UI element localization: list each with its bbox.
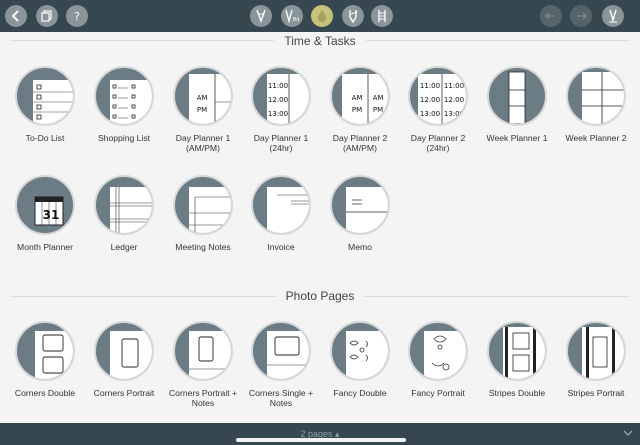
- template-stripes-portrait[interactable]: Stripes Portrait: [558, 321, 634, 398]
- memo-thumb: [330, 175, 390, 235]
- back-icon[interactable]: [5, 5, 27, 27]
- template-day-planner-1-ampm[interactable]: AM PM Day Planner 1 (AM/PM): [165, 66, 241, 153]
- template-label: Meeting Notes: [175, 242, 231, 252]
- template-label: Week Planner 2: [565, 133, 627, 143]
- highlighter-icon[interactable]: [342, 5, 364, 27]
- template-week-planner-2[interactable]: Week Planner 2: [558, 66, 634, 143]
- template-invoice[interactable]: Invoice: [243, 175, 319, 252]
- template-label: Day Planner 2 (AM/PM): [332, 133, 388, 153]
- template-day-planner-2-24hr[interactable]: 11:00 12:00 13:00 11:00 12:00 13:00 Day Plann…: [400, 66, 476, 153]
- template-label: Corners Portrait + Notes: [168, 388, 238, 408]
- template-ledger[interactable]: Ledger: [86, 175, 162, 252]
- template-label: Stripes Portrait: [567, 388, 625, 398]
- chevron-down-icon[interactable]: [623, 429, 633, 437]
- template-week-planner-1[interactable]: Week Planner 1: [479, 66, 555, 143]
- am-label: AM: [352, 94, 363, 102]
- template-label: Corners Double: [14, 388, 76, 398]
- fancy-double-thumb: [330, 321, 390, 381]
- template-label: Week Planner 1: [486, 133, 548, 143]
- template-label: Fancy Double: [333, 388, 387, 398]
- template-month-planner[interactable]: 31 Month Planner: [7, 175, 83, 252]
- template-label: Month Planner: [17, 242, 73, 252]
- am-label: AM: [373, 94, 384, 102]
- time-label: 11:00: [444, 82, 464, 90]
- day2-ampm-thumb: AM PM AM PM: [330, 66, 390, 126]
- template-shopping-list[interactable]: Shopping List: [86, 66, 162, 143]
- droplet-icon[interactable]: [311, 5, 333, 27]
- corners-double-thumb: [15, 321, 75, 381]
- pm-label: PM: [373, 106, 383, 114]
- pm-label: PM: [197, 106, 207, 114]
- time-label: 11:00: [420, 82, 440, 90]
- template-corners-portrait-notes[interactable]: Corners Portrait + Notes: [165, 321, 241, 408]
- time-label: 13:00: [444, 110, 464, 118]
- day2-24-thumb: 11:00 12:00 13:00 11:00 12:00 13:00: [408, 66, 468, 126]
- pen-alt-icon[interactable]: Bd: [281, 5, 303, 27]
- template-label: To-Do List: [25, 133, 65, 143]
- week1-thumb: [487, 66, 547, 126]
- home-indicator: [236, 438, 406, 442]
- ledger-thumb: [94, 175, 154, 235]
- am-label: AM: [197, 94, 208, 102]
- invoice-thumb: [251, 175, 311, 235]
- settings-pen-icon[interactable]: [602, 5, 624, 27]
- template-label: Stripes Double: [488, 388, 546, 398]
- template-label: Day Planner 1 (24hr): [253, 133, 309, 153]
- template-fancy-double[interactable]: Fancy Double: [322, 321, 398, 398]
- fancy-portrait-thumb: [408, 321, 468, 381]
- template-label: Ledger: [110, 242, 138, 252]
- time-label: 12:00: [420, 96, 440, 104]
- svg-text:?: ?: [74, 10, 80, 22]
- template-corners-double[interactable]: Corners Double: [7, 321, 83, 398]
- day-number: 31: [43, 208, 60, 222]
- stripes-portrait-thumb: [566, 321, 626, 381]
- template-label: Invoice: [267, 242, 295, 252]
- day1-ampm-thumb: AM PM: [173, 66, 233, 126]
- todo-thumb: [15, 66, 75, 126]
- template-corners-single-notes[interactable]: Corners Single + Notes: [243, 321, 319, 408]
- template-fancy-portrait[interactable]: Fancy Portrait: [400, 321, 476, 398]
- template-meeting-notes[interactable]: Meeting Notes: [165, 175, 241, 252]
- time-label: 12:00: [268, 96, 288, 104]
- template-label: Day Planner 2 (24hr): [410, 133, 466, 153]
- meeting-thumb: [173, 175, 233, 235]
- corners-portrait-thumb: [94, 321, 154, 381]
- template-label: Corners Portrait: [93, 388, 155, 398]
- template-label: Memo: [348, 242, 372, 252]
- template-memo[interactable]: Memo: [322, 175, 398, 252]
- pen-icon[interactable]: [250, 5, 272, 27]
- pen-badge: Bd: [293, 17, 300, 23]
- corners-single-notes-thumb: [251, 321, 311, 381]
- time-label: 13:00: [268, 110, 288, 118]
- undo-icon[interactable]: [540, 5, 562, 27]
- template-corners-portrait[interactable]: Corners Portrait: [86, 321, 162, 398]
- copy-icon[interactable]: [36, 5, 58, 27]
- template-day-planner-2-ampm[interactable]: AM PM AM PM Day Planner 2 (AM/PM): [322, 66, 398, 153]
- template-label: Fancy Portrait: [411, 388, 465, 398]
- redo-icon[interactable]: [570, 5, 592, 27]
- week2-thumb: [566, 66, 626, 126]
- template-label: Shopping List: [97, 133, 151, 143]
- stripes-double-thumb: [487, 321, 547, 381]
- time-label: 12:00: [444, 96, 464, 104]
- help-icon[interactable]: ?: [66, 5, 88, 27]
- pm-label: PM: [352, 106, 362, 114]
- template-day-planner-1-24hr[interactable]: 11:00 12:00 13:00 Day Planner 1 (24hr): [243, 66, 319, 153]
- ladder-icon[interactable]: [371, 5, 393, 27]
- template-todo-list[interactable]: To-Do List: [7, 66, 83, 143]
- template-label: Day Planner 1 (AM/PM): [175, 133, 231, 153]
- month-thumb: 31: [15, 175, 75, 235]
- day1-24-thumb: 11:00 12:00 13:00: [251, 66, 311, 126]
- time-label: 11:00: [268, 82, 288, 90]
- top-toolbar: ? Bd: [0, 0, 640, 32]
- section-title-time-tasks: Time & Tasks: [0, 34, 640, 48]
- time-label: 13:00: [420, 110, 440, 118]
- template-label: Corners Single + Notes: [248, 388, 314, 408]
- template-stripes-double[interactable]: Stripes Double: [479, 321, 555, 398]
- section-title-photo-pages: Photo Pages: [0, 289, 640, 303]
- shopping-thumb: [94, 66, 154, 126]
- corners-portrait-notes-thumb: [173, 321, 233, 381]
